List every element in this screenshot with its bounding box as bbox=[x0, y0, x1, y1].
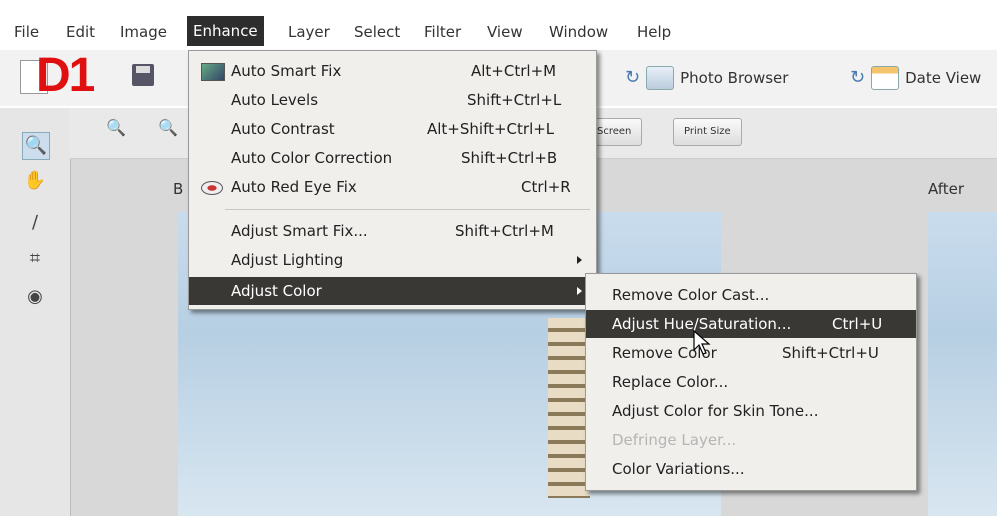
menu-item-replace-color[interactable]: Replace Color... bbox=[586, 368, 916, 396]
menu-enhance[interactable]: Enhance bbox=[187, 16, 264, 46]
print-size-button[interactable]: Print Size bbox=[673, 118, 742, 146]
red-eye-tool-icon[interactable]: ◉ bbox=[22, 284, 48, 310]
menu-bar: File Edit Image Enhance Layer Select Fil… bbox=[0, 0, 997, 50]
menu-item-remove-color[interactable]: Remove Color Shift+Ctrl+U bbox=[586, 339, 916, 367]
menu-item-label: Auto Levels bbox=[231, 91, 319, 109]
menu-item-shortcut: Ctrl+R bbox=[521, 178, 571, 196]
menu-item-auto-smart-fix[interactable]: Auto Smart Fix Alt+Ctrl+M bbox=[189, 57, 596, 85]
menu-item-shortcut: Shift+Ctrl+U bbox=[782, 344, 879, 362]
calendar-icon bbox=[871, 66, 900, 90]
menu-item-shortcut: Ctrl+U bbox=[832, 315, 883, 333]
menu-item-adjust-smart-fix[interactable]: Adjust Smart Fix... Shift+Ctrl+M bbox=[189, 217, 596, 245]
menu-item-adjust-color-skin-tone[interactable]: Adjust Color for Skin Tone... bbox=[586, 397, 916, 425]
zoom-tool-icon[interactable]: 🔍 bbox=[22, 132, 50, 160]
crop-tool-icon[interactable]: ⌗ bbox=[22, 246, 48, 272]
save-icon[interactable] bbox=[132, 64, 154, 86]
menu-item-label: Adjust Color for Skin Tone... bbox=[612, 402, 819, 420]
zoom-out-icon[interactable]: 🔍 bbox=[106, 118, 126, 137]
red-eye-icon bbox=[201, 181, 223, 195]
date-view-label: Date View bbox=[905, 69, 982, 87]
submenu-arrow-icon bbox=[577, 287, 582, 295]
menu-help[interactable]: Help bbox=[635, 20, 673, 44]
menu-item-color-variations[interactable]: Color Variations... bbox=[586, 455, 916, 483]
menu-item-label: Defringe Layer... bbox=[612, 431, 737, 449]
menu-item-adjust-color[interactable]: Adjust Color bbox=[189, 277, 596, 305]
menu-item-label: Auto Red Eye Fix bbox=[231, 178, 357, 196]
submenu-arrow-icon bbox=[577, 256, 582, 264]
quick-selection-tool-icon[interactable]: ∕ bbox=[22, 210, 48, 236]
enhance-menu: Auto Smart Fix Alt+Ctrl+M Auto Levels Sh… bbox=[188, 50, 597, 310]
menu-item-label: Adjust Lighting bbox=[231, 251, 344, 269]
menu-separator bbox=[225, 209, 590, 210]
menu-item-label: Color Variations... bbox=[612, 460, 745, 478]
menu-edit[interactable]: Edit bbox=[64, 20, 97, 44]
before-label: B bbox=[173, 180, 184, 198]
menu-item-label: Remove Color Cast... bbox=[612, 286, 770, 304]
menu-item-shortcut: Shift+Ctrl+L bbox=[467, 91, 562, 109]
menu-filter[interactable]: Filter bbox=[422, 20, 463, 44]
menu-image[interactable]: Image bbox=[118, 20, 169, 44]
hand-tool-icon[interactable]: ✋ bbox=[22, 168, 48, 194]
menu-window[interactable]: Window bbox=[547, 20, 610, 44]
auto-smart-fix-icon bbox=[201, 63, 225, 81]
building-image bbox=[548, 318, 590, 498]
menu-item-shortcut: Shift+Ctrl+M bbox=[455, 222, 554, 240]
menu-item-label: Replace Color... bbox=[612, 373, 729, 391]
menu-item-label: Adjust Color bbox=[231, 282, 322, 300]
menu-select[interactable]: Select bbox=[352, 20, 402, 44]
menu-item-label: Auto Smart Fix bbox=[231, 62, 342, 80]
tools-panel: 🔍 ✋ ∕ ⌗ ◉ bbox=[0, 108, 71, 516]
menu-item-adjust-hue-saturation[interactable]: Adjust Hue/Saturation... Ctrl+U bbox=[586, 310, 916, 338]
menu-layer[interactable]: Layer bbox=[286, 20, 332, 44]
menu-item-label: Auto Color Correction bbox=[231, 149, 393, 167]
menu-item-auto-levels[interactable]: Auto Levels Shift+Ctrl+L bbox=[189, 86, 596, 114]
adjust-color-submenu: Remove Color Cast... Adjust Hue/Saturati… bbox=[585, 273, 917, 491]
menu-item-label: Adjust Smart Fix... bbox=[231, 222, 368, 240]
photo-browser-icon bbox=[646, 66, 675, 90]
menu-item-shortcut: Alt+Ctrl+M bbox=[471, 62, 557, 80]
menu-item-auto-contrast[interactable]: Auto Contrast Alt+Shift+Ctrl+L bbox=[189, 115, 596, 143]
menu-item-auto-color-correction[interactable]: Auto Color Correction Shift+Ctrl+B bbox=[189, 144, 596, 172]
menu-item-shortcut: Shift+Ctrl+B bbox=[461, 149, 558, 167]
after-label: After bbox=[928, 180, 965, 198]
menu-item-remove-color-cast[interactable]: Remove Color Cast... bbox=[586, 281, 916, 309]
after-photo[interactable] bbox=[928, 212, 997, 516]
photo-browser-button[interactable]: ↻ Photo Browser bbox=[625, 64, 788, 92]
menu-item-auto-red-eye-fix[interactable]: Auto Red Eye Fix Ctrl+R bbox=[189, 173, 596, 201]
menu-item-defringe-layer: Defringe Layer... bbox=[586, 426, 916, 454]
menu-item-label: Auto Contrast bbox=[231, 120, 335, 138]
zoom-in-icon[interactable]: 🔍 bbox=[158, 118, 178, 137]
menu-file[interactable]: File bbox=[12, 20, 41, 44]
date-view-button[interactable]: ↻ Date View bbox=[850, 64, 981, 92]
mouse-cursor-icon bbox=[693, 330, 711, 355]
overlay-label: D1 bbox=[36, 49, 95, 102]
photo-browser-label: Photo Browser bbox=[680, 69, 789, 87]
menu-view[interactable]: View bbox=[485, 20, 525, 44]
menu-item-adjust-lighting[interactable]: Adjust Lighting bbox=[189, 246, 596, 274]
menu-item-shortcut: Alt+Shift+Ctrl+L bbox=[427, 120, 555, 138]
